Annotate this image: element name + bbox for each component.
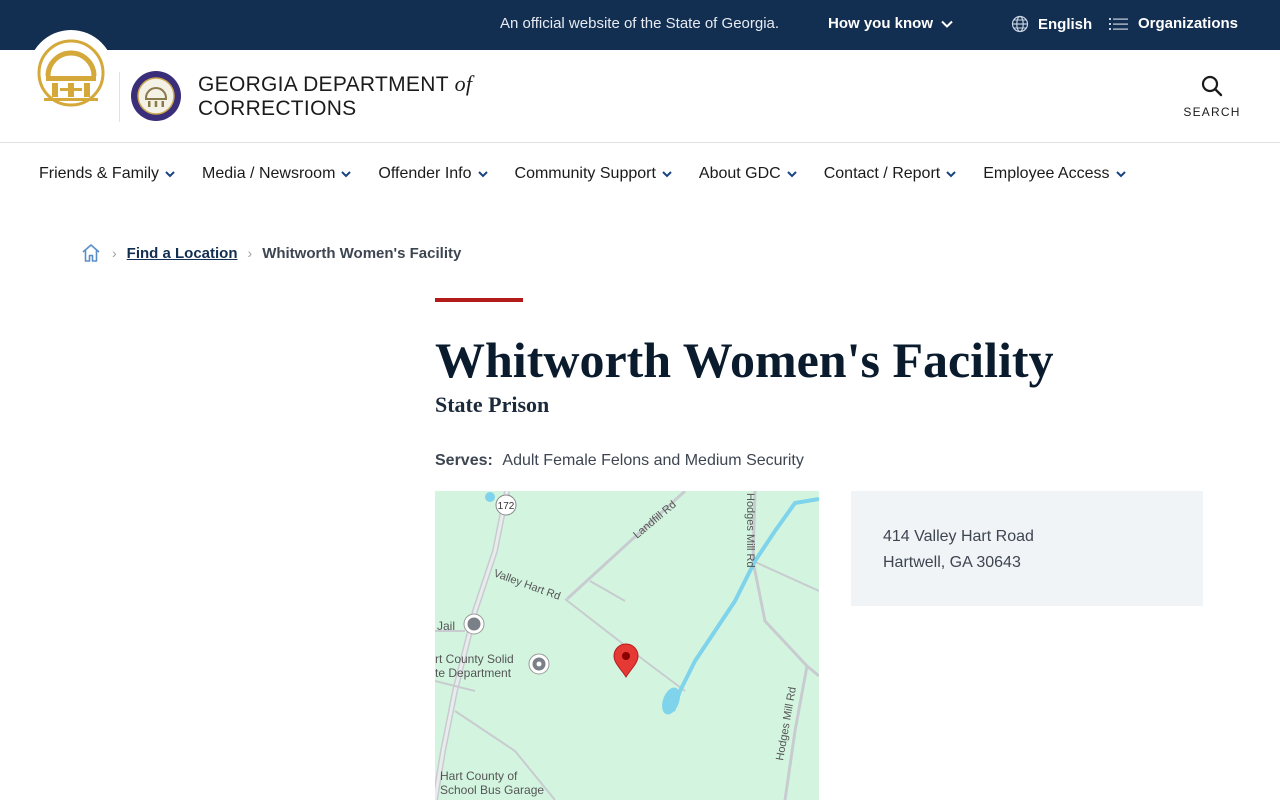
chevron-down-icon — [165, 171, 175, 178]
gdc-seal-icon[interactable] — [130, 70, 182, 122]
hodges-mill-rd-label: Hodges Mill Rd — [744, 493, 756, 568]
breadcrumb-find-location[interactable]: Find a Location — [127, 245, 238, 262]
facility-type: State Prison — [435, 392, 550, 417]
list-icon — [1109, 17, 1128, 30]
georgia-seal-logo[interactable] — [28, 30, 114, 116]
address-line2: Hartwell, GA 30643 — [883, 554, 1021, 571]
chevron-down-icon — [1115, 171, 1126, 178]
language-selector[interactable]: English — [1011, 15, 1092, 33]
bus-garage-label-2: School Bus Garage — [440, 783, 544, 797]
page-title: Whitworth Women's Facility — [435, 332, 1054, 388]
solid-waste-label-2: te Department — [435, 666, 512, 680]
nav-item-label: Friends & Family — [39, 165, 160, 182]
language-label: English — [1038, 15, 1093, 33]
title-accent-line — [435, 298, 523, 302]
organizations-label: Organizations — [1138, 15, 1239, 32]
chevron-right-icon: › — [247, 245, 253, 261]
nav-item-label: Offender Info — [378, 165, 472, 182]
nav-media-newsroom[interactable]: Media / Newsroom — [202, 165, 352, 183]
nav-item-label: Contact / Report — [823, 165, 941, 182]
chevron-down-icon — [941, 20, 953, 28]
official-banner: An official website of the State of Geor… — [0, 0, 1280, 50]
how-you-know-label: How you know — [828, 15, 933, 32]
search-label: SEARCH — [1183, 105, 1241, 119]
chevron-down-icon — [477, 171, 488, 178]
nav-friends-family[interactable]: Friends & Family — [39, 165, 176, 183]
serves-label: Serves: — [435, 452, 493, 469]
nav-contact-report[interactable]: Contact / Report — [824, 165, 958, 183]
serves-info: Serves: Adult Female Felons and Medium S… — [435, 452, 804, 470]
search-button[interactable]: SEARCH — [1180, 74, 1244, 119]
route-172-label: 172 — [498, 501, 515, 512]
bus-garage-label-1: Hart County of — [440, 769, 518, 783]
search-icon — [1201, 75, 1223, 97]
address-line1: 414 Valley Hart Road — [883, 528, 1034, 545]
breadcrumb-current: Whitworth Women's Facility — [262, 244, 462, 262]
nav-community-support[interactable]: Community Support — [515, 165, 673, 183]
nav-item-label: Community Support — [514, 165, 656, 182]
map-canvas: 172 Landfill Rd Hodges Mill Rd Valley Ha… — [435, 491, 819, 800]
jail-label: Jail — [437, 619, 455, 633]
nav-employee-access[interactable]: Employee Access — [983, 165, 1126, 183]
nav-about-gdc[interactable]: About GDC — [699, 165, 798, 183]
solid-waste-label-1: rt County Solid — [435, 652, 514, 666]
how-you-know-toggle[interactable]: How you know — [828, 15, 955, 32]
department-name[interactable]: GEORGIA DEPARTMENT of CORRECTIONS — [198, 72, 472, 121]
address-card: 414 Valley Hart Road Hartwell, GA 30643 — [851, 491, 1203, 606]
nav-offender-info[interactable]: Offender Info — [378, 165, 488, 183]
home-icon[interactable] — [80, 242, 102, 264]
official-site-text: An official website of the State of Geor… — [500, 15, 780, 32]
nav-item-label: About GDC — [698, 165, 781, 182]
site-header: GEORGIA DEPARTMENT of CORRECTIONS SEARCH — [0, 30, 1280, 143]
chevron-down-icon — [341, 171, 352, 178]
logo-divider — [119, 72, 120, 122]
chevron-down-icon — [946, 171, 956, 178]
dept-name-line2: CORRECTIONS — [198, 97, 357, 120]
nav-item-label: Media / Newsroom — [202, 165, 336, 182]
dept-name-of: of — [454, 71, 473, 96]
globe-icon — [1011, 15, 1029, 33]
location-map[interactable]: 172 Landfill Rd Hodges Mill Rd Valley Ha… — [435, 491, 819, 800]
chevron-down-icon — [787, 171, 797, 178]
georgia-arch-seal-icon — [37, 39, 105, 107]
chevron-down-icon — [662, 171, 672, 178]
serves-value: Adult Female Felons and Medium Security — [502, 452, 804, 469]
organizations-menu[interactable]: Organizations — [1109, 15, 1238, 32]
main-nav: Friends & Family Media / Newsroom Offend… — [0, 144, 1280, 204]
chevron-right-icon: › — [112, 245, 117, 261]
breadcrumb: › Find a Location › Whitworth Women's Fa… — [80, 242, 461, 264]
nav-item-label: Employee Access — [983, 165, 1110, 182]
dept-name-line1: GEORGIA DEPARTMENT — [198, 73, 449, 96]
